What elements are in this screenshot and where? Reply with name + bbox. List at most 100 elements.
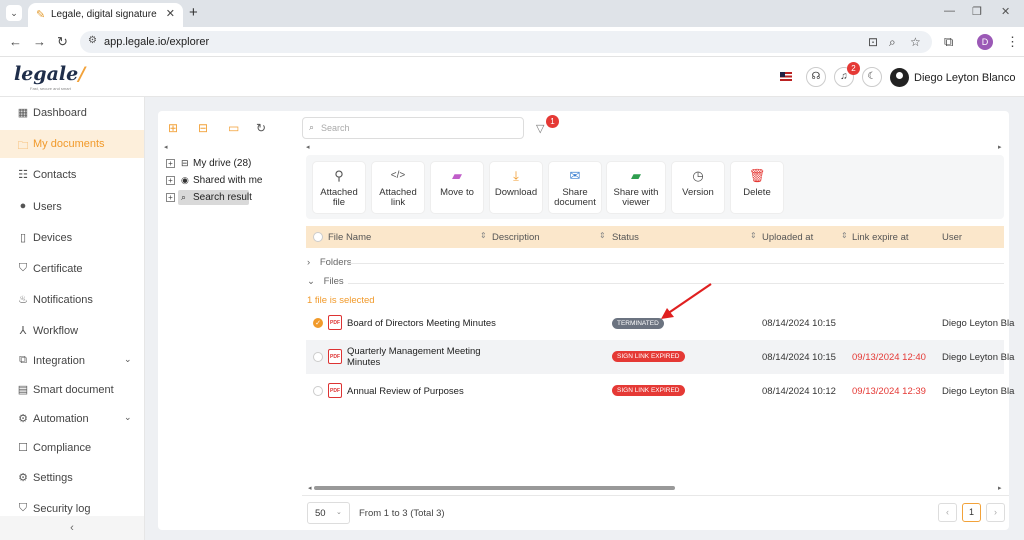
scroll-left-icon[interactable]: ◂	[306, 143, 310, 151]
install-app-icon[interactable]: ⊡	[868, 35, 878, 49]
search-input[interactable]	[321, 121, 516, 135]
bookmark-star-icon[interactable]: ☆	[910, 35, 921, 49]
sidebar-item-smart-document[interactable]: ▤ Smart document	[0, 376, 144, 404]
action-label: Share document	[554, 187, 596, 208]
sidebar-item-users[interactable]: ● Users	[0, 193, 144, 221]
select-all-checkbox[interactable]	[313, 232, 323, 242]
link-expire-cell: 09/13/2024 12:40	[852, 352, 926, 363]
us-flag-icon[interactable]	[780, 72, 792, 81]
next-page-button[interactable]: ›	[986, 503, 1005, 522]
action-label: Delete	[743, 187, 771, 198]
close-window-icon[interactable]: ✕	[1001, 5, 1010, 18]
support-icon[interactable]: ☊	[806, 67, 826, 87]
back-icon[interactable]: ←	[9, 34, 22, 49]
file-name[interactable]: Board of Directors Meeting Minutes	[347, 318, 496, 329]
expand-icon[interactable]: +	[166, 159, 175, 168]
share-document-button[interactable]: ✉ Share document	[548, 161, 602, 214]
legale-logo[interactable]: legale/	[14, 63, 85, 85]
user-name[interactable]: Diego Leyton Blanco	[914, 72, 1016, 84]
row-checkbox[interactable]	[313, 352, 323, 362]
browser-profile-avatar[interactable]: D	[977, 34, 993, 50]
expand-icon[interactable]: +	[166, 193, 175, 202]
version-button[interactable]: ◷ Version	[671, 161, 725, 214]
column-file-name[interactable]: File Name	[328, 232, 371, 243]
share-viewer-icon: ▰	[631, 168, 641, 183]
column-status[interactable]: Status	[612, 232, 639, 243]
envelope-icon: ✉	[569, 168, 581, 183]
extensions-icon[interactable]: ⧉	[944, 34, 953, 50]
sidebar-item-notifications[interactable]: ♨ Notifications	[0, 286, 144, 314]
chevron-down-icon[interactable]: ⌄	[124, 354, 132, 365]
column-description[interactable]: Description	[492, 232, 540, 243]
folder-move-icon[interactable]: ⊟	[198, 121, 208, 135]
prev-page-button[interactable]: ‹	[938, 503, 957, 522]
address-bar-row: ← → ↻ ⚙ app.legale.io/explorer ⊡ ⌕ ☆ ⧉ ⋮	[0, 27, 1024, 57]
user-cell: Diego Leyton Bla	[942, 386, 1015, 397]
uploaded-at-cell: 08/14/2024 10:12	[762, 386, 836, 397]
url-field[interactable]: ⚙ app.legale.io/explorer ⊡ ⌕ ☆	[80, 31, 932, 53]
zoom-icon[interactable]: ⌕	[889, 35, 896, 50]
new-tab-icon[interactable]: +	[189, 4, 198, 21]
tab-search-chevron-icon[interactable]: ⌄	[6, 5, 22, 21]
forward-icon[interactable]: →	[33, 34, 46, 49]
sidebar-item-settings[interactable]: ⚙ Settings	[0, 464, 144, 492]
action-label: Attached file	[320, 187, 358, 208]
tree-scroll-left-icon[interactable]: ◂	[164, 143, 168, 151]
tab-close-icon[interactable]: ✕	[166, 7, 175, 20]
sort-icon[interactable]: ⇕	[480, 231, 487, 240]
row-checkbox[interactable]	[313, 386, 323, 396]
column-uploaded-at[interactable]: Uploaded at	[762, 232, 813, 243]
user-avatar[interactable]	[890, 68, 909, 87]
sidebar-item-label: Smart document	[33, 384, 114, 396]
restore-icon[interactable]: ❐	[972, 5, 982, 18]
minimize-icon[interactable]: —	[944, 5, 955, 17]
theme-toggle-icon[interactable]: ☾	[862, 67, 882, 87]
browser-tab[interactable]: ✎ Legale, digital signature ✕	[28, 3, 183, 27]
page-size-select[interactable]: 50 ⌄	[307, 502, 350, 524]
page-button-current[interactable]: 1	[962, 503, 981, 522]
new-folder-icon[interactable]: ⊞	[168, 121, 178, 135]
folder-outline-icon[interactable]: ▭	[228, 121, 239, 135]
sort-icon[interactable]: ⇕	[750, 231, 757, 240]
delete-button[interactable]: 🗑 Delete	[730, 161, 784, 214]
sidebar-item-automation[interactable]: ⚙ Automation ⌄	[0, 405, 144, 433]
sidebar-item-dashboard[interactable]: ▦ Dashboard	[0, 99, 144, 127]
sidebar-item-devices[interactable]: ▯ Devices	[0, 224, 144, 252]
sidebar-collapse-button[interactable]: ‹	[0, 516, 144, 540]
sidebar-item-certificate[interactable]: ⛉ Certificate	[0, 255, 144, 283]
column-user[interactable]: User	[942, 232, 962, 243]
move-to-button[interactable]: ▰ Move to	[430, 161, 484, 214]
scroll-right-icon[interactable]: ▸	[998, 143, 1002, 151]
download-button[interactable]: ⤓ Download	[489, 161, 543, 214]
sidebar-item-integration[interactable]: ⧉ Integration ⌄	[0, 347, 144, 375]
filter-icon[interactable]: ▽	[536, 122, 544, 135]
chevron-down-icon[interactable]: ⌄	[124, 412, 132, 423]
hscroll-left-icon[interactable]: ◂	[308, 484, 312, 492]
file-name[interactable]: Quarterly Management Meeting Minutes	[347, 346, 481, 368]
share-with-viewer-button[interactable]: ▰ Share with viewer	[606, 161, 666, 214]
refresh-icon[interactable]: ↻	[256, 121, 266, 135]
site-info-icon[interactable]: ⚙	[88, 35, 97, 46]
sidebar-item-workflow[interactable]: ⅄ Workflow	[0, 317, 144, 345]
pdf-file-icon: PDF	[328, 383, 342, 398]
sidebar-item-compliance[interactable]: ☐ Compliance	[0, 434, 144, 462]
row-checkbox[interactable]: ✓	[313, 318, 323, 328]
sidebar-item-contacts[interactable]: ☷ Contacts	[0, 161, 144, 189]
reload-icon[interactable]: ↻	[57, 34, 68, 50]
file-name[interactable]: Annual Review of Purposes	[347, 386, 464, 397]
search-icon: ⌕	[309, 122, 315, 132]
files-group[interactable]: ⌄ Files	[307, 276, 344, 290]
folders-group[interactable]: › Folders	[307, 257, 352, 271]
browser-menu-icon[interactable]: ⋮	[1006, 34, 1019, 50]
tree-item-label: Shared with me	[193, 175, 263, 186]
horizontal-scrollbar[interactable]	[314, 486, 675, 490]
attached-link-button[interactable]: </> Attached link	[371, 161, 425, 214]
attached-file-button[interactable]: ⚲ Attached file	[312, 161, 366, 214]
compliance-icon: ☐	[18, 442, 28, 454]
hscroll-right-icon[interactable]: ▸	[998, 484, 1002, 492]
sort-icon[interactable]: ⇕	[599, 231, 606, 240]
column-link-expire-at[interactable]: Link expire at	[852, 232, 909, 243]
sidebar-item-my-documents[interactable]: 🗀 My documents	[0, 130, 144, 158]
sort-icon[interactable]: ⇕	[841, 231, 848, 240]
expand-icon[interactable]: +	[166, 176, 175, 185]
